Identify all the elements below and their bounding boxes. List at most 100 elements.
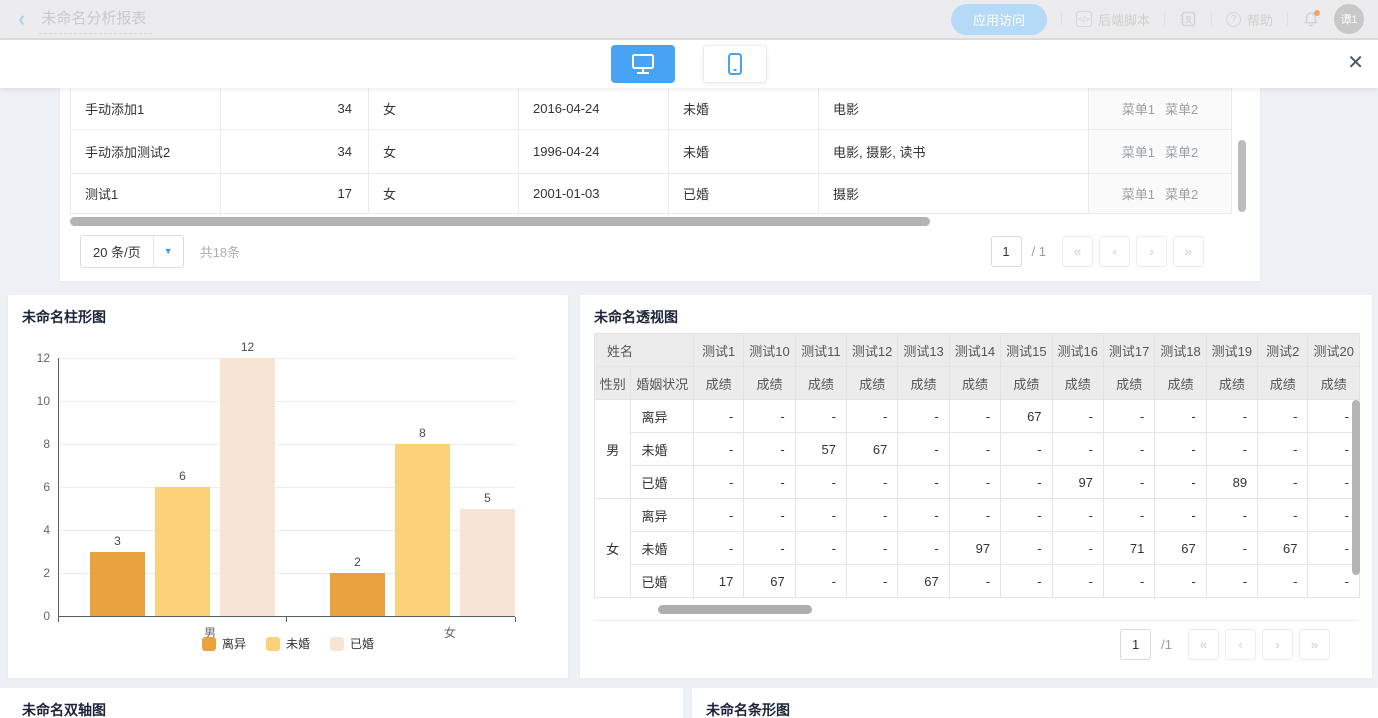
pivot-cell: - bbox=[693, 532, 743, 565]
pivot-cell: - bbox=[1052, 532, 1103, 565]
next-page-button[interactable]: › bbox=[1262, 629, 1293, 660]
horizontal-scrollbar[interactable] bbox=[70, 217, 930, 226]
notification-bell-button[interactable] bbox=[1302, 10, 1320, 28]
legend-item[interactable]: 已婚 bbox=[330, 635, 374, 652]
pivot-vertical-scrollbar[interactable] bbox=[1352, 400, 1360, 575]
table-actions-cell: 菜单1 菜单2 bbox=[1089, 174, 1231, 213]
pivot-cell: - bbox=[1206, 433, 1257, 466]
pivot-pagination: /1 « ‹ › » bbox=[594, 620, 1358, 668]
back-icon[interactable]: ‹ bbox=[18, 8, 25, 30]
pivot-column-header: 测试20 bbox=[1308, 334, 1360, 367]
pivot-measure-header: 成绩 bbox=[949, 367, 1000, 400]
pivot-measure-header: 成绩 bbox=[1206, 367, 1257, 400]
page-total-label: / 1 bbox=[1032, 244, 1046, 259]
first-page-button[interactable]: « bbox=[1062, 236, 1093, 267]
bar-value-label: 2 bbox=[354, 555, 361, 569]
preview-toolbar: ✕ bbox=[0, 40, 1378, 88]
next-page-button[interactable]: › bbox=[1136, 236, 1167, 267]
pivot-cell: - bbox=[744, 400, 795, 433]
bar-chart-panel: 未命名柱形图 024681012男3612女285 离异未婚已婚 bbox=[8, 295, 568, 678]
question-icon: ? bbox=[1226, 12, 1241, 27]
pivot-row-label: 已婚 bbox=[631, 466, 693, 499]
pivot-measure-header: 成绩 bbox=[1103, 367, 1154, 400]
pivot-cell: - bbox=[1206, 532, 1257, 565]
bar-value-label: 5 bbox=[484, 491, 491, 505]
pivot-row: 女离异------------- bbox=[595, 499, 1360, 532]
y-axis-tick-label: 12 bbox=[14, 351, 50, 365]
table-cell: 34 bbox=[221, 130, 369, 173]
pivot-cell: - bbox=[1001, 532, 1052, 565]
menu-link[interactable]: 菜单2 bbox=[1165, 184, 1198, 203]
prev-page-button[interactable]: ‹ bbox=[1099, 236, 1130, 267]
table-row: 测试117女2001-01-03已婚摄影菜单1菜单2 bbox=[71, 174, 1231, 214]
page-size-select[interactable]: 20 条/页 ▼ bbox=[80, 235, 184, 268]
mobile-view-button[interactable] bbox=[703, 45, 767, 83]
pivot-horizontal-scrollbar[interactable] bbox=[658, 605, 812, 614]
pivot-cell: - bbox=[1103, 466, 1154, 499]
vertical-scrollbar[interactable] bbox=[1238, 140, 1246, 212]
help-button[interactable]: ? 帮助 bbox=[1226, 10, 1273, 29]
gridline bbox=[58, 358, 515, 359]
pivot-title: 未命名透视图 bbox=[594, 307, 678, 327]
page-number-input[interactable] bbox=[991, 236, 1022, 267]
pivot-row-label: 离异 bbox=[631, 400, 693, 433]
pivot-row-label: 未婚 bbox=[631, 532, 693, 565]
contact-book-icon bbox=[1179, 10, 1197, 28]
chevron-down-icon: ▼ bbox=[153, 236, 183, 267]
dual-axis-chart-title: 未命名双轴图 bbox=[22, 700, 106, 718]
prev-page-button[interactable]: ‹ bbox=[1225, 629, 1256, 660]
table-cell: 手动添加1 bbox=[71, 88, 221, 129]
pivot-measure-header: 成绩 bbox=[1052, 367, 1103, 400]
report-title[interactable]: 未命名分析报表 bbox=[39, 5, 152, 34]
pivot-cell: - bbox=[693, 400, 743, 433]
pivot-cell: - bbox=[1052, 400, 1103, 433]
pivot-marital-header: 婚姻状况 bbox=[631, 367, 693, 400]
last-page-button[interactable]: » bbox=[1173, 236, 1204, 267]
app-access-button[interactable]: 应用访问 bbox=[951, 4, 1047, 35]
bar-value-label: 3 bbox=[114, 534, 121, 548]
legend-item[interactable]: 离异 bbox=[202, 635, 246, 652]
pivot-measure-header: 成绩 bbox=[1308, 367, 1360, 400]
backend-script-button[interactable]: </> 后端脚本 bbox=[1076, 10, 1150, 29]
user-avatar[interactable]: 谭1 bbox=[1334, 4, 1364, 34]
pivot-cell: - bbox=[693, 499, 743, 532]
pivot-cell: - bbox=[744, 433, 795, 466]
last-page-button[interactable]: » bbox=[1299, 629, 1330, 660]
pivot-cell: 89 bbox=[1206, 466, 1257, 499]
pivot-column-header: 测试17 bbox=[1103, 334, 1154, 367]
pivot-cell: - bbox=[898, 433, 949, 466]
pivot-corner-header: 姓名 bbox=[595, 334, 694, 367]
first-page-button[interactable]: « bbox=[1188, 629, 1219, 660]
pivot-cell: - bbox=[744, 499, 795, 532]
pivot-row: 未婚-----97--7167-67- bbox=[595, 532, 1360, 565]
pivot-row: 已婚-------97--89-- bbox=[595, 466, 1360, 499]
bar-value-label: 8 bbox=[419, 426, 426, 440]
contact-book-button[interactable] bbox=[1179, 10, 1197, 28]
menu-link[interactable]: 菜单1 bbox=[1122, 184, 1155, 203]
table-cell: 1996-04-24 bbox=[519, 130, 669, 173]
pivot-measure-header: 成绩 bbox=[898, 367, 949, 400]
pivot-cell: - bbox=[898, 532, 949, 565]
pivot-row-label: 离异 bbox=[631, 499, 693, 532]
chart-bar bbox=[395, 444, 450, 616]
pivot-column-header: 测试16 bbox=[1052, 334, 1103, 367]
menu-link[interactable]: 菜单2 bbox=[1165, 142, 1198, 161]
legend-item[interactable]: 未婚 bbox=[266, 635, 310, 652]
close-icon[interactable]: ✕ bbox=[1347, 53, 1364, 73]
pivot-measure-header: 成绩 bbox=[744, 367, 795, 400]
pivot-cell: 17 bbox=[693, 565, 743, 598]
total-count-label: 共18条 bbox=[200, 242, 240, 261]
data-table-rows: 手动添加134女2016-04-24未婚电影菜单1菜单2手动添加测试234女19… bbox=[70, 88, 1232, 214]
help-label: 帮助 bbox=[1247, 10, 1273, 29]
pivot-cell: - bbox=[1103, 433, 1154, 466]
menu-link[interactable]: 菜单1 bbox=[1122, 142, 1155, 161]
pivot-page-number-input[interactable] bbox=[1120, 629, 1151, 660]
pivot-cell: 67 bbox=[846, 433, 897, 466]
menu-link[interactable]: 菜单2 bbox=[1165, 99, 1198, 118]
backend-script-label: 后端脚本 bbox=[1098, 10, 1150, 29]
table-cell: 未婚 bbox=[669, 130, 819, 173]
desktop-view-button[interactable] bbox=[611, 45, 675, 83]
chart-bar bbox=[330, 573, 385, 616]
menu-link[interactable]: 菜单1 bbox=[1122, 99, 1155, 118]
pivot-column-header: 测试19 bbox=[1206, 334, 1257, 367]
